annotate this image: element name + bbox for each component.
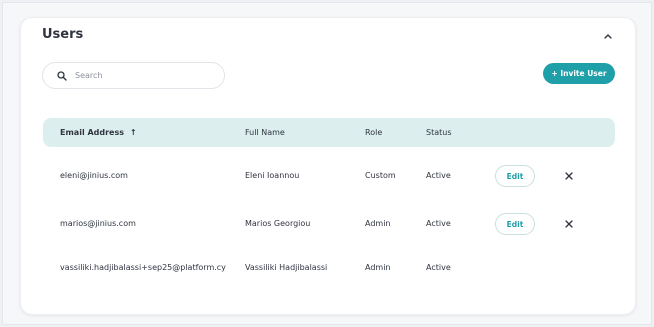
table-row: vassiliki.hadjibalassi+sep25@platform.cy…: [43, 253, 615, 283]
row-email: vassiliki.hadjibalassi+sep25@platform.cy: [60, 263, 226, 272]
page-frame: Users + Invite User Email Address ↑ Full…: [2, 2, 652, 325]
users-card: Users + Invite User Email Address ↑ Full…: [20, 17, 636, 315]
card-title: Users: [42, 27, 84, 42]
close-icon: [565, 220, 573, 228]
row-status: Active: [426, 171, 451, 180]
row-full-name: Eleni Ioannou: [245, 171, 300, 180]
row-status: Active: [426, 219, 451, 228]
column-header-email[interactable]: Email Address ↑: [60, 118, 137, 147]
search-box[interactable]: [42, 62, 225, 89]
table-header: Email Address ↑ Full Name Role Status: [43, 118, 615, 147]
chevron-up-icon: [604, 34, 612, 39]
invite-user-label: + Invite User: [551, 69, 607, 78]
edit-button-label: Edit: [506, 171, 524, 181]
row-role: Admin: [365, 219, 391, 228]
table-row: eleni@jinius.com Eleni Ioannou Custom Ac…: [43, 161, 615, 191]
column-header-full-name: Full Name: [245, 128, 285, 137]
row-full-name: Vassiliki Hadjibalassi: [245, 263, 328, 272]
edit-button-label: Edit: [506, 219, 524, 229]
invite-user-button[interactable]: + Invite User: [543, 63, 615, 84]
column-header-role: Role: [365, 128, 383, 137]
edit-button[interactable]: Edit: [495, 213, 535, 235]
table-row: marios@jinius.com Marios Georgiou Admin …: [43, 209, 615, 239]
row-role: Custom: [365, 171, 396, 180]
search-icon: [57, 70, 67, 81]
row-email: eleni@jinius.com: [60, 171, 128, 180]
delete-button[interactable]: [561, 168, 577, 184]
search-input[interactable]: [75, 71, 215, 80]
row-role: Admin: [365, 263, 391, 272]
row-status: Active: [426, 263, 451, 272]
sort-ascending-icon: ↑: [129, 128, 137, 137]
delete-button[interactable]: [561, 216, 577, 232]
row-full-name: Marios Georgiou: [245, 219, 311, 228]
close-icon: [565, 172, 573, 180]
edit-button[interactable]: Edit: [495, 165, 535, 187]
column-header-status: Status: [426, 128, 452, 137]
column-header-email-label: Email Address: [60, 128, 125, 137]
collapse-button[interactable]: [599, 27, 617, 45]
row-email: marios@jinius.com: [60, 219, 136, 228]
